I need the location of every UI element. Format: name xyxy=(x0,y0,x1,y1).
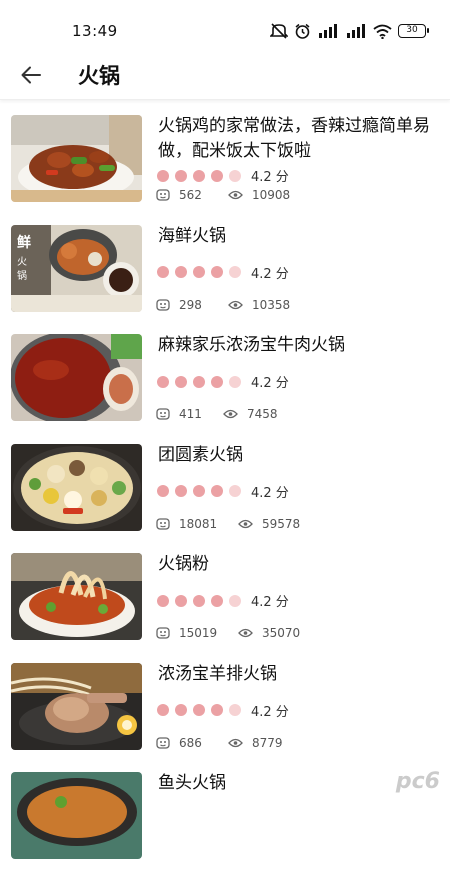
svg-text:鲜: 鲜 xyxy=(17,234,31,251)
recipe-list: 火锅鸡的家常做法，香辣过瘾简单易做，配米饭太下饭啦 4.2 分 562 1090… xyxy=(0,108,450,875)
eye-icon xyxy=(228,300,243,310)
like-count: 562 xyxy=(179,188,202,202)
battery-indicator: 30 xyxy=(398,24,426,38)
recipe-stats: 18081 59578 xyxy=(156,517,300,531)
recipe-stats: 686 8779 xyxy=(156,736,283,750)
recipe-title: 团圆素火锅 xyxy=(158,443,443,468)
mute-icon xyxy=(270,23,288,39)
view-count: 59578 xyxy=(262,517,300,531)
eye-icon xyxy=(228,190,243,200)
back-button[interactable] xyxy=(0,51,62,99)
like-face-icon xyxy=(156,737,170,749)
recipe-title: 浓汤宝羊排火锅 xyxy=(158,662,443,687)
rating: 4.2 分 xyxy=(157,166,289,185)
status-time: 13:49 xyxy=(72,22,118,40)
like-count: 411 xyxy=(179,407,202,421)
like-face-icon xyxy=(156,299,170,311)
like-face-icon xyxy=(156,518,170,530)
rating: 4.2 分 xyxy=(157,372,289,391)
page-title: 火锅 xyxy=(78,60,120,90)
recipe-thumbnail xyxy=(11,553,142,640)
app-header: 火锅 xyxy=(0,50,450,100)
like-count: 15019 xyxy=(179,626,217,640)
eye-icon xyxy=(223,409,238,419)
view-count: 7458 xyxy=(247,407,278,421)
recipe-thumbnail xyxy=(11,663,142,750)
recipe-thumbnail xyxy=(11,115,142,202)
rating: 4.2 分 xyxy=(157,263,289,282)
like-face-icon xyxy=(156,408,170,420)
recipe-thumbnail xyxy=(11,334,142,421)
signal-hd2-icon xyxy=(345,24,367,38)
rating-score: 4.2 分 xyxy=(251,166,289,185)
rating: 4.2 分 xyxy=(157,591,289,610)
svg-text:锅: 锅 xyxy=(17,270,27,282)
recipe-item[interactable]: 浓汤宝羊排火锅 4.2 分 686 8779 xyxy=(0,656,450,766)
rating-score: 4.2 分 xyxy=(251,263,289,282)
recipe-stats: 15019 35070 xyxy=(156,626,300,640)
rating-score: 4.2 分 xyxy=(251,482,289,501)
recipe-thumbnail xyxy=(11,772,142,859)
back-arrow-icon xyxy=(21,66,41,84)
like-count: 298 xyxy=(179,298,202,312)
view-count: 35070 xyxy=(262,626,300,640)
view-count: 10908 xyxy=(252,188,290,202)
recipe-stats: 411 7458 xyxy=(156,407,278,421)
recipe-stats: 562 10908 xyxy=(156,188,290,202)
eye-icon xyxy=(228,738,243,748)
recipe-item[interactable]: 火锅鸡的家常做法，香辣过瘾简单易做，配米饭太下饭啦 4.2 分 562 1090… xyxy=(0,108,450,218)
signal-hd-icon xyxy=(317,24,339,38)
view-count: 10358 xyxy=(252,298,290,312)
eye-icon xyxy=(238,628,253,638)
watermark: pc6 xyxy=(396,769,440,794)
recipe-title: 火锅粉 xyxy=(158,552,443,577)
recipe-thumbnail: 鲜 火 锅 xyxy=(11,225,142,312)
wifi-icon xyxy=(373,24,392,39)
recipe-item[interactable]: 鱼头火锅 xyxy=(0,765,450,875)
rating: 4.2 分 xyxy=(157,482,289,501)
rating-score: 4.2 分 xyxy=(251,701,289,720)
recipe-thumbnail xyxy=(11,444,142,531)
rating: 4.2 分 xyxy=(157,701,289,720)
recipe-item[interactable]: 鲜 火 锅 海鲜火锅 4.2 分 298 10358 xyxy=(0,218,450,328)
recipe-title: 麻辣家乐浓汤宝牛肉火锅 xyxy=(158,333,443,358)
view-count: 8779 xyxy=(252,736,283,750)
like-count: 686 xyxy=(179,736,202,750)
rating-score: 4.2 分 xyxy=(251,591,289,610)
recipe-stats: 298 10358 xyxy=(156,298,290,312)
like-face-icon xyxy=(156,189,170,201)
alarm-icon xyxy=(294,23,311,40)
recipe-title: 海鲜火锅 xyxy=(158,224,443,249)
rating-score: 4.2 分 xyxy=(251,372,289,391)
recipe-title: 火锅鸡的家常做法，香辣过瘾简单易做，配米饭太下饭啦 xyxy=(158,114,443,164)
recipe-item[interactable]: 团圆素火锅 4.2 分 18081 59578 xyxy=(0,437,450,547)
svg-text:火: 火 xyxy=(17,256,27,268)
like-count: 18081 xyxy=(179,517,217,531)
like-face-icon xyxy=(156,627,170,639)
recipe-item[interactable]: 火锅粉 4.2 分 15019 35070 xyxy=(0,546,450,656)
eye-icon xyxy=(238,519,253,529)
recipe-item[interactable]: 麻辣家乐浓汤宝牛肉火锅 4.2 分 411 7458 xyxy=(0,327,450,437)
